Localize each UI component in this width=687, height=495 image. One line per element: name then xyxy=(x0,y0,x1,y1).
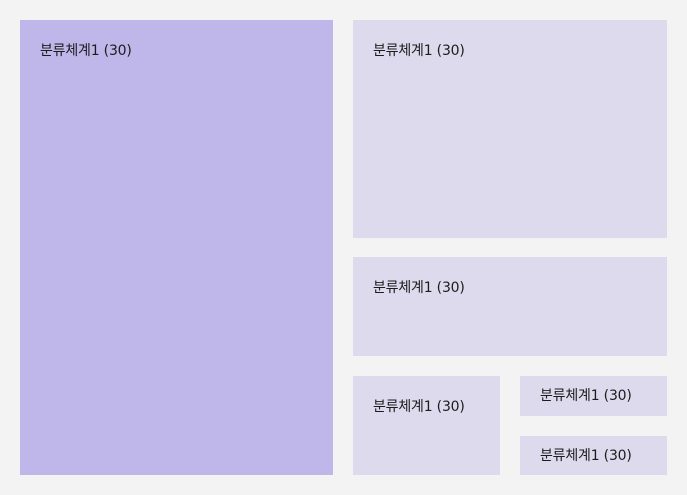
treemap-tile[interactable]: 분류체계1 (30) xyxy=(353,376,500,475)
tile-label: 분류체계1 (30) xyxy=(373,280,465,296)
tile-label: 분류체계1 (30) xyxy=(373,399,465,415)
treemap-tile[interactable]: 분류체계1 (30) xyxy=(520,376,667,416)
tile-label: 분류체계1 (30) xyxy=(373,43,465,59)
treemap-tile[interactable]: 분류체계1 (30) xyxy=(353,257,667,356)
tile-label: 분류체계1 (30) xyxy=(540,448,632,464)
treemap-tile-selected[interactable]: 분류체계1 (30) xyxy=(20,20,333,475)
tile-label: 분류체계1 (30) xyxy=(540,388,632,404)
treemap-tile[interactable]: 분류체계1 (30) xyxy=(520,436,667,475)
tile-label: 분류체계1 (30) xyxy=(40,43,132,59)
treemap-tile[interactable]: 분류체계1 (30) xyxy=(353,20,667,238)
